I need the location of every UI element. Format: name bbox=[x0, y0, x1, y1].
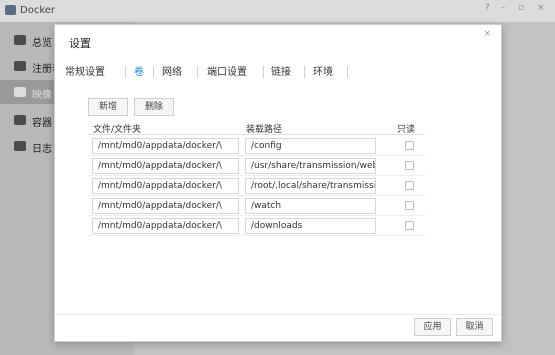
app-title: Docker bbox=[20, 5, 56, 16]
readonly-checkbox[interactable] bbox=[405, 221, 414, 230]
row-divider bbox=[88, 235, 425, 236]
tab-environment[interactable]: 环境 bbox=[313, 63, 333, 81]
help-icon[interactable]: ? bbox=[485, 3, 490, 13]
mount-path-field[interactable]: /watch bbox=[245, 198, 376, 214]
registry-icon bbox=[14, 61, 26, 71]
dialog-title: 设置 bbox=[69, 37, 91, 50]
readonly-checkbox[interactable] bbox=[405, 161, 414, 170]
tab-divider bbox=[197, 66, 198, 78]
readonly-checkbox[interactable] bbox=[405, 181, 414, 190]
sidebar-item-label: 映像 bbox=[32, 90, 52, 101]
add-button[interactable]: 新增 bbox=[88, 98, 128, 116]
table-row: /mnt/md0/appdata/docker/\ /root/.local/s… bbox=[88, 176, 425, 196]
minimize-icon[interactable]: – bbox=[501, 3, 506, 13]
host-folder-field[interactable]: /mnt/md0/appdata/docker/\ bbox=[92, 218, 239, 234]
tab-divider bbox=[263, 66, 264, 78]
host-folder-field[interactable]: /mnt/md0/appdata/docker/\ bbox=[92, 158, 239, 174]
host-folder-field[interactable]: /mnt/md0/appdata/docker/\ bbox=[92, 178, 239, 194]
app-titlebar: Docker ? – ▫ × bbox=[0, 0, 555, 22]
mount-path-field[interactable]: /root/.local/share/transmissi bbox=[245, 178, 376, 194]
dialog-close-icon[interactable]: × bbox=[483, 29, 491, 39]
delete-button[interactable]: 删除 bbox=[134, 98, 174, 116]
table-row: /mnt/md0/appdata/docker/\ /config bbox=[88, 136, 425, 156]
sidebar-item-label: 容器 bbox=[32, 118, 52, 129]
sidebar-item-label: 总览 bbox=[32, 38, 52, 49]
tab-network[interactable]: 网络 bbox=[162, 63, 182, 81]
maximize-icon[interactable]: ▫ bbox=[518, 3, 524, 13]
host-folder-field[interactable]: /mnt/md0/appdata/docker/\ bbox=[92, 198, 239, 214]
container-icon bbox=[14, 115, 26, 125]
tab-divider bbox=[304, 66, 305, 78]
tab-general[interactable]: 常规设置 bbox=[65, 63, 105, 81]
table-row: /mnt/md0/appdata/docker/\ /watch bbox=[88, 196, 425, 216]
tab-links[interactable]: 链接 bbox=[271, 63, 291, 81]
monitor-icon bbox=[14, 35, 26, 45]
table-header-divider bbox=[88, 134, 425, 135]
table-row: /mnt/md0/appdata/docker/\ /usr/share/tra… bbox=[88, 156, 425, 176]
mount-path-field[interactable]: /usr/share/transmission/web bbox=[245, 158, 376, 174]
tab-divider bbox=[347, 66, 348, 78]
mount-path-field[interactable]: /downloads bbox=[245, 218, 376, 234]
dialog-footer-divider bbox=[55, 314, 501, 315]
host-folder-field[interactable]: /mnt/md0/appdata/docker/\ bbox=[92, 138, 239, 154]
table-row: /mnt/md0/appdata/docker/\ /downloads bbox=[88, 216, 425, 236]
tab-divider bbox=[125, 66, 126, 78]
tab-volume[interactable]: 卷 bbox=[134, 63, 144, 81]
tab-divider bbox=[153, 66, 154, 78]
close-icon[interactable]: × bbox=[537, 3, 545, 13]
cancel-button[interactable]: 取消 bbox=[456, 318, 493, 336]
mount-path-field[interactable]: /config bbox=[245, 138, 376, 154]
apply-button[interactable]: 应用 bbox=[414, 318, 451, 336]
docker-logo-icon bbox=[5, 5, 16, 15]
tab-port-settings[interactable]: 端口设置 bbox=[207, 63, 247, 81]
settings-dialog: 设置 × 常规设置 卷 网络 端口设置 链接 环境 新增 删除 文件/文件夹 装… bbox=[54, 24, 502, 342]
sidebar-item-label: 日志 bbox=[32, 144, 52, 155]
readonly-checkbox[interactable] bbox=[405, 141, 414, 150]
readonly-checkbox[interactable] bbox=[405, 201, 414, 210]
image-icon bbox=[14, 87, 26, 97]
log-icon bbox=[14, 141, 26, 151]
